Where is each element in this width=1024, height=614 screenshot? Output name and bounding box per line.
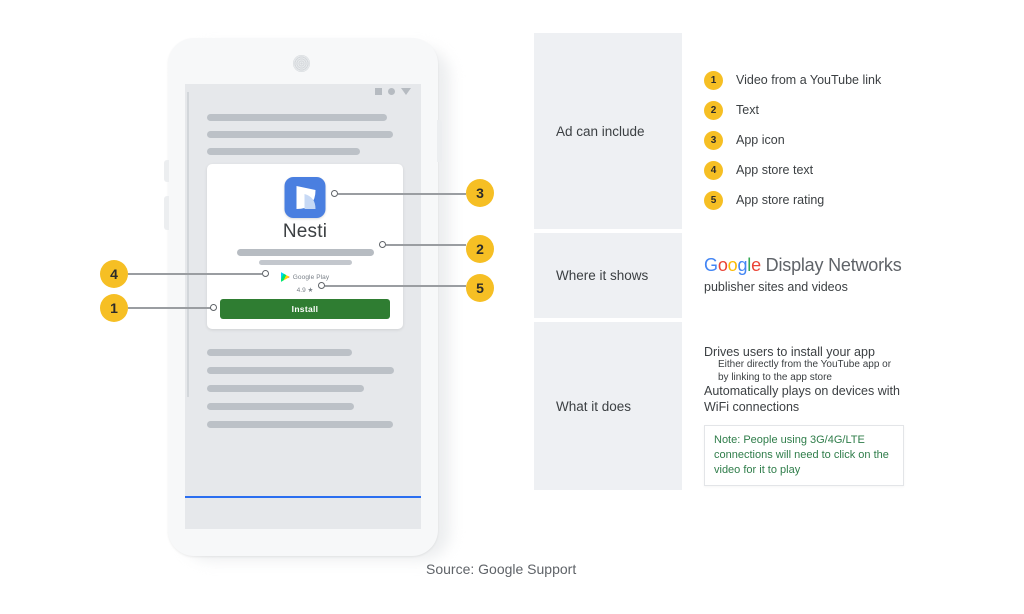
- source-caption: Source: Google Support: [426, 561, 577, 577]
- callout-line-5: [325, 285, 466, 287]
- callout-badge-3: 3: [466, 179, 494, 207]
- skeleton-line: [207, 385, 364, 392]
- row-content-ad-can-include: 1 Video from a YouTube link 2 Text 3 App…: [682, 33, 926, 229]
- callout-line-2: [386, 244, 466, 246]
- row-content-where-it-shows: Google Display Networks publisher sites …: [682, 233, 926, 318]
- row-label-where-it-shows: Where it shows: [534, 233, 682, 318]
- square-icon: [375, 88, 382, 95]
- list-item: 5 App store rating: [704, 185, 926, 215]
- app-icon: [284, 177, 326, 218]
- google-letter-o1: o: [717, 255, 728, 275]
- what-it-does-line-1: Drives users to install your app: [704, 345, 875, 359]
- skeleton-line: [207, 114, 387, 121]
- phone-volume-up-button[interactable]: [164, 160, 169, 182]
- what-it-does-line-3: WiFi connections: [704, 399, 800, 414]
- table-row-where-it-shows: Where it shows Google Display Networks p…: [534, 233, 926, 318]
- skeleton-line: [207, 367, 394, 374]
- callout-badge-5: 5: [466, 274, 494, 302]
- list-number: 3: [704, 130, 723, 150]
- list-item: 3 App icon: [704, 125, 926, 155]
- phone-speaker: [293, 55, 310, 72]
- list-label: App store text: [736, 163, 814, 177]
- callout-line-4: [128, 273, 262, 275]
- brand-suffix: Display Networks: [760, 255, 902, 275]
- app-install-ad-card[interactable]: Nesti Google Play 4.9 ★ Install: [207, 164, 403, 329]
- install-button[interactable]: Install: [220, 299, 390, 319]
- status-bar: [375, 88, 411, 95]
- callout-badge-2: 2: [466, 235, 494, 263]
- triangle-icon: [401, 88, 411, 95]
- google-play-icon: [280, 272, 290, 282]
- ad-text-placeholder-line-2: [259, 260, 352, 265]
- google-letter-g1: G: [704, 255, 718, 275]
- infographic-canvas: Nesti Google Play 4.9 ★ Install 3 2 5 4 …: [0, 0, 1024, 614]
- app-store-label: Google Play: [292, 273, 330, 281]
- skeleton-line: [207, 403, 354, 410]
- callout-anchor-4: [262, 270, 269, 277]
- what-it-does-line-2: Automatically plays on devices with: [704, 384, 900, 398]
- callout-line-3: [338, 193, 466, 195]
- phone-power-button[interactable]: [437, 120, 442, 162]
- list-item: 1 Video from a YouTube link: [704, 65, 926, 95]
- table-row-what-it-does: What it does Drives users to install you…: [534, 322, 926, 490]
- ad-text-placeholder-line-1: [237, 249, 374, 256]
- list-number: 2: [704, 100, 723, 120]
- where-it-shows-subtitle: publisher sites and videos: [704, 280, 848, 294]
- row-content-what-it-does: Drives users to install your app Either …: [682, 322, 926, 490]
- list-label: App icon: [736, 133, 785, 147]
- navigation-indicator: [185, 496, 421, 498]
- google-letter-o2: o: [727, 255, 738, 275]
- skeleton-line: [207, 131, 393, 138]
- list-item: 4 App store text: [704, 155, 926, 185]
- phone-volume-down-button[interactable]: [164, 196, 169, 230]
- callout-line-1: [128, 307, 212, 309]
- row-label-what-it-does: What it does: [534, 322, 682, 490]
- google-letter-g2: g: [737, 255, 748, 275]
- table-row-ad-can-include: Ad can include 1 Video from a YouTube li…: [534, 33, 926, 229]
- callout-anchor-3: [331, 190, 338, 197]
- app-name: Nesti: [282, 221, 328, 242]
- what-it-does-sub-1: Either directly from the YouTube app or: [718, 359, 892, 370]
- circle-icon: [388, 88, 395, 95]
- callout-anchor-5: [318, 282, 325, 289]
- callout-badge-4: 4: [100, 260, 128, 288]
- skeleton-line: [207, 148, 360, 155]
- callout-anchor-1: [210, 304, 217, 311]
- google-display-networks-wordmark: Google Display Networks: [704, 255, 926, 276]
- list-label: Video from a YouTube link: [736, 73, 882, 87]
- skeleton-line: [207, 421, 393, 428]
- callout-anchor-2: [379, 241, 386, 248]
- list-label: Text: [736, 103, 759, 117]
- what-it-does-sub-2: by linking to the app store: [718, 371, 832, 383]
- phone-screen: Nesti Google Play 4.9 ★ Install: [185, 84, 421, 529]
- skeleton-line: [207, 349, 352, 356]
- list-number: 5: [704, 190, 723, 210]
- app-store-rating: 4.9 ★: [296, 287, 314, 294]
- screen-left-rule: [187, 92, 189, 397]
- info-table: Ad can include 1 Video from a YouTube li…: [534, 33, 926, 490]
- list-number: 4: [704, 160, 723, 180]
- list-item: 2 Text: [704, 95, 926, 125]
- google-letter-e: e: [751, 255, 761, 275]
- list-number: 1: [704, 70, 723, 90]
- note-callout: Note: People using 3G/4G/LTE connections…: [704, 425, 904, 486]
- list-label: App store rating: [736, 193, 825, 207]
- row-label-ad-can-include: Ad can include: [534, 33, 682, 229]
- callout-badge-1: 1: [100, 294, 128, 322]
